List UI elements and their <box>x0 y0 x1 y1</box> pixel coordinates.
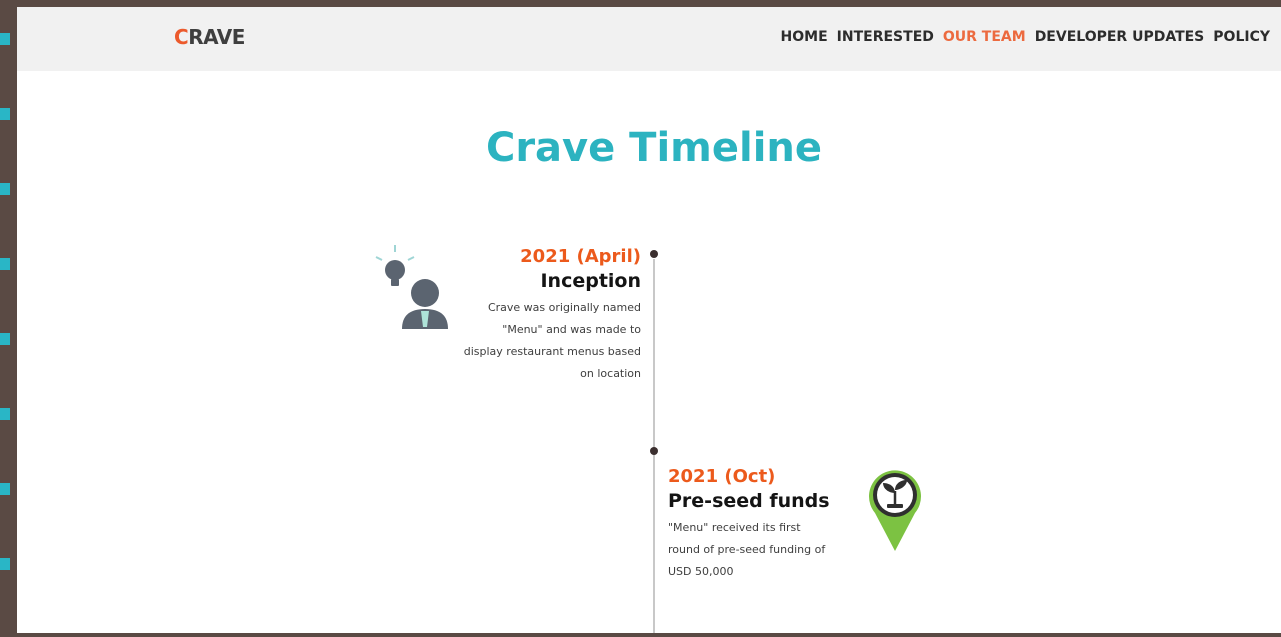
frame-marker <box>0 483 10 495</box>
top-navbar: CRAVE HOME INTERESTED OUR TEAM DEVELOPER… <box>17 7 1281 71</box>
entry-title: Inception <box>540 270 641 292</box>
timeline-entry-pre-seed: 2021 (Oct) Pre-seed funds "Menu" receive… <box>668 465 868 583</box>
timeline-dot <box>650 250 658 258</box>
timeline-line <box>653 259 655 633</box>
frame-marker <box>0 183 10 195</box>
frame-marker <box>0 108 10 120</box>
nav-developer-updates[interactable]: DEVELOPER UPDATES <box>1035 29 1205 45</box>
frame-marker <box>0 333 10 345</box>
timeline-dot <box>650 447 658 455</box>
frame-marker <box>0 558 10 570</box>
entry-description: Crave was originally named "Menu" and wa… <box>463 301 641 380</box>
entry-year: 2021 (April) <box>520 246 641 267</box>
entry-description: "Menu" received its first round of pre-s… <box>668 521 826 578</box>
nav-our-team[interactable]: OUR TEAM <box>943 29 1026 45</box>
page-title: Crave Timeline <box>485 125 823 171</box>
logo-letter-c: C <box>174 25 189 49</box>
crave-logo[interactable]: CRAVE <box>174 25 245 49</box>
main-nav: HOME INTERESTED OUR TEAM DEVELOPER UPDAT… <box>781 29 1270 45</box>
entry-year: 2021 (Oct) <box>668 466 776 487</box>
entry-title: Pre-seed funds <box>668 490 830 512</box>
page: CRAVE HOME INTERESTED OUR TEAM DEVELOPER… <box>17 7 1281 633</box>
plant-pin-icon <box>869 470 921 551</box>
logo-letters-rest: RAVE <box>188 25 245 49</box>
nav-home[interactable]: HOME <box>781 29 828 45</box>
frame-marker <box>0 33 10 45</box>
nav-policy[interactable]: POLICY <box>1213 29 1270 45</box>
idea-person-icon <box>375 245 448 329</box>
frame-marker <box>0 408 10 420</box>
nav-interested[interactable]: INTERESTED <box>837 29 934 45</box>
frame-marker <box>0 258 10 270</box>
timeline-entry-inception: 2021 (April) Inception Crave was origina… <box>461 245 641 385</box>
